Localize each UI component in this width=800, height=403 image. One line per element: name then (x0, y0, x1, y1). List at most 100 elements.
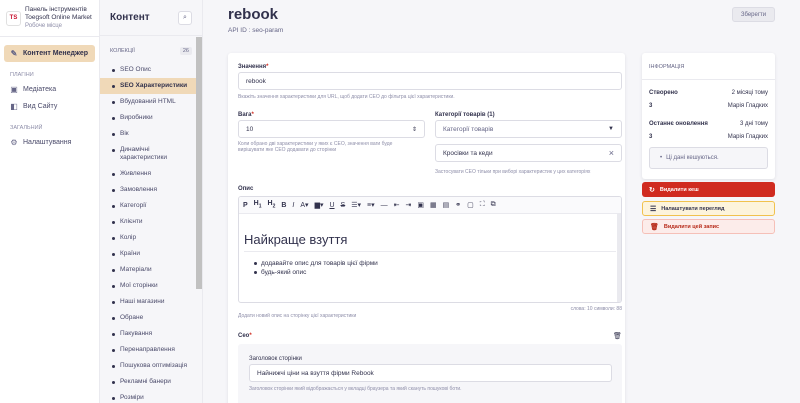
page-title-input[interactable]: Найнижчі ціни на взуття фірми Rebook (249, 364, 612, 382)
collection-item[interactable]: Клієнти (100, 214, 202, 230)
content-panel-scrollbar[interactable] (196, 37, 202, 289)
search-button[interactable]: ⌕ (178, 10, 192, 25)
delete-record-button[interactable]: 🗑 Видалити цей запис (642, 219, 775, 234)
created-label: Створено (649, 89, 678, 96)
collection-item[interactable]: Обране (100, 310, 202, 326)
bullet-icon: • (660, 155, 663, 161)
collection-item-active[interactable]: SEO Характеристики (100, 78, 202, 94)
collection-item[interactable]: Виробники (100, 110, 202, 126)
pencil-icon: ✎ (10, 49, 18, 58)
editor-heading: Найкраще взуття (244, 232, 616, 252)
description-label: Опис (238, 186, 254, 192)
nav-content-manager[interactable]: ✎ Контент Менеджер (4, 45, 95, 62)
collection-item[interactable]: Матеріали (100, 262, 202, 278)
paragraph-tool[interactable]: P (243, 202, 248, 209)
layout-icon: ◧ (10, 102, 18, 111)
nav-section-plugins: ПЛАГІНИ (10, 72, 34, 78)
collection-item[interactable]: Колір (100, 230, 202, 246)
category-select[interactable]: Категорії товарів ▼ (435, 120, 622, 138)
collection-item[interactable]: Вбудований HTML (100, 94, 202, 110)
save-button[interactable]: Зберегти (732, 7, 775, 22)
close-icon[interactable]: × (609, 148, 614, 158)
nav-media[interactable]: ▣ Медіатека (4, 81, 95, 98)
value-input[interactable]: rebook (238, 72, 622, 90)
editor-list-item: додавайте опис для товарів цієї фірми (254, 259, 616, 268)
content-panel: Контент ⌕ КОЛЕКЦІЇ 26 SEO Опис SEO Харак… (100, 0, 203, 403)
weight-input[interactable]: 10 ⇕ (238, 120, 425, 138)
link-tool[interactable]: ⚭ (455, 201, 461, 209)
page-title-label: Заголовок сторінки (249, 356, 302, 362)
updated-label: Останнє оновлення (649, 120, 708, 127)
italic-tool[interactable]: I (292, 202, 294, 209)
nav-site-view[interactable]: ◧ Вид Сайту (4, 98, 95, 115)
editor-toolbar: P H1 H2 B I A▾ ▆▾ U S ☰▾ ≡▾ — ⇤ ⇥ ▣ ▦ ▤ … (239, 197, 621, 214)
refresh-icon: ↻ (649, 186, 655, 194)
brand: TS Панель інструментів Toegsoft Online M… (0, 0, 99, 37)
list-tool[interactable]: ☰▾ (351, 201, 361, 209)
code-tool[interactable]: ▢ (467, 201, 474, 209)
trash-icon[interactable]: 🗑 (613, 332, 622, 340)
category-tag[interactable]: Кросівки та кеди × (435, 144, 622, 162)
fullscreen-tool[interactable]: ⛶ (480, 201, 485, 209)
caret-down-icon: ▼ (608, 126, 614, 132)
heading1-tool[interactable]: H1 (254, 200, 262, 209)
collection-item[interactable]: Динамічні характеристики (100, 142, 202, 166)
collection-item[interactable]: Замовлення (100, 182, 202, 198)
nav-section-general: ЗАГАЛЬНИЙ (10, 125, 43, 131)
collection-item[interactable]: Рекламні банери (100, 374, 202, 390)
created-value: 2 місяці тому (731, 89, 768, 96)
content-panel-title: Контент (110, 12, 150, 23)
trash-icon: 🗑 (650, 223, 659, 231)
editor-list-item: будь-який опис (254, 268, 616, 277)
collection-item[interactable]: Пакування (100, 326, 202, 342)
table-tool[interactable]: ▦ (430, 201, 437, 209)
collection-item[interactable]: SEO Опис (100, 62, 202, 78)
page-scrollbar[interactable] (794, 0, 800, 403)
outdent-tool[interactable]: ⇤ (394, 201, 400, 209)
embed-tool[interactable]: ▤ (443, 201, 450, 209)
editor-scrollbar[interactable] (617, 214, 621, 302)
highlight-tool[interactable]: ▆▾ (315, 201, 324, 209)
info-label: ІНФОРМАЦІЯ (642, 53, 775, 80)
category-hint: Застосувати СЕО тільки при виборі характ… (435, 169, 591, 175)
logo: TS (6, 10, 21, 26)
description-editor[interactable]: P H1 H2 B I A▾ ▆▾ U S ☰▾ ≡▾ — ⇤ ⇥ ▣ ▦ ▤ … (238, 196, 622, 303)
nav-settings[interactable]: ⚙ Налаштування (4, 134, 95, 151)
category-label: Категорії товарів (1) (435, 112, 495, 118)
image-icon: ▣ (10, 85, 18, 94)
underline-tool[interactable]: U (329, 202, 334, 209)
indent-tool[interactable]: ⇥ (405, 201, 411, 209)
collection-item[interactable]: Живлення (100, 166, 202, 182)
seo-component: Заголовок сторінки Найнижчі ціни на взут… (238, 344, 622, 403)
collection-item[interactable]: Країни (100, 246, 202, 262)
editor-word-count: слова: 10 символи: 88 (570, 306, 622, 312)
rule-tool[interactable]: — (381, 202, 388, 209)
bold-tool[interactable]: B (281, 202, 286, 209)
configure-view-button[interactable]: ☰ Налаштувати перегляд (642, 201, 775, 216)
collections-count: 26 (179, 47, 192, 55)
stepper-icon[interactable]: ⇕ (412, 126, 417, 133)
align-tool[interactable]: ≡▾ (367, 201, 375, 209)
source-tool[interactable]: ⧉ (491, 201, 496, 209)
seo-label: Сео* (238, 333, 252, 339)
strikethrough-tool[interactable]: S (341, 202, 346, 209)
collection-item[interactable]: Наші магазини (100, 294, 202, 310)
main-navigation: TS Панель інструментів Toegsoft Online M… (0, 0, 100, 403)
collection-item[interactable]: Вік (100, 126, 202, 142)
value-hint: Вкажіть значення характеристики для URL,… (238, 94, 455, 100)
heading2-tool[interactable]: H2 (268, 200, 276, 209)
value-label: Значення* (238, 64, 269, 70)
created-by-id: 3 (649, 102, 653, 109)
image-tool[interactable]: ▣ (417, 201, 424, 209)
collection-item[interactable]: Категорії (100, 198, 202, 214)
updated-by: Марія Гладких (727, 133, 768, 140)
edit-form-card: Значення* rebook Вкажіть значення характ… (228, 53, 625, 403)
collection-item[interactable]: Розміри (100, 390, 202, 403)
updated-by-id: 3 (649, 133, 653, 140)
collection-item[interactable]: Перенаправлення (100, 342, 202, 358)
collection-item[interactable]: Мої сторінки (100, 278, 202, 294)
collections-label: КОЛЕКЦІЇ (110, 48, 135, 54)
collection-item[interactable]: Пошукова оптимізація (100, 358, 202, 374)
delete-cache-button[interactable]: ↻ Видалити кеш (642, 182, 775, 197)
text-color-tool[interactable]: A▾ (300, 201, 308, 209)
